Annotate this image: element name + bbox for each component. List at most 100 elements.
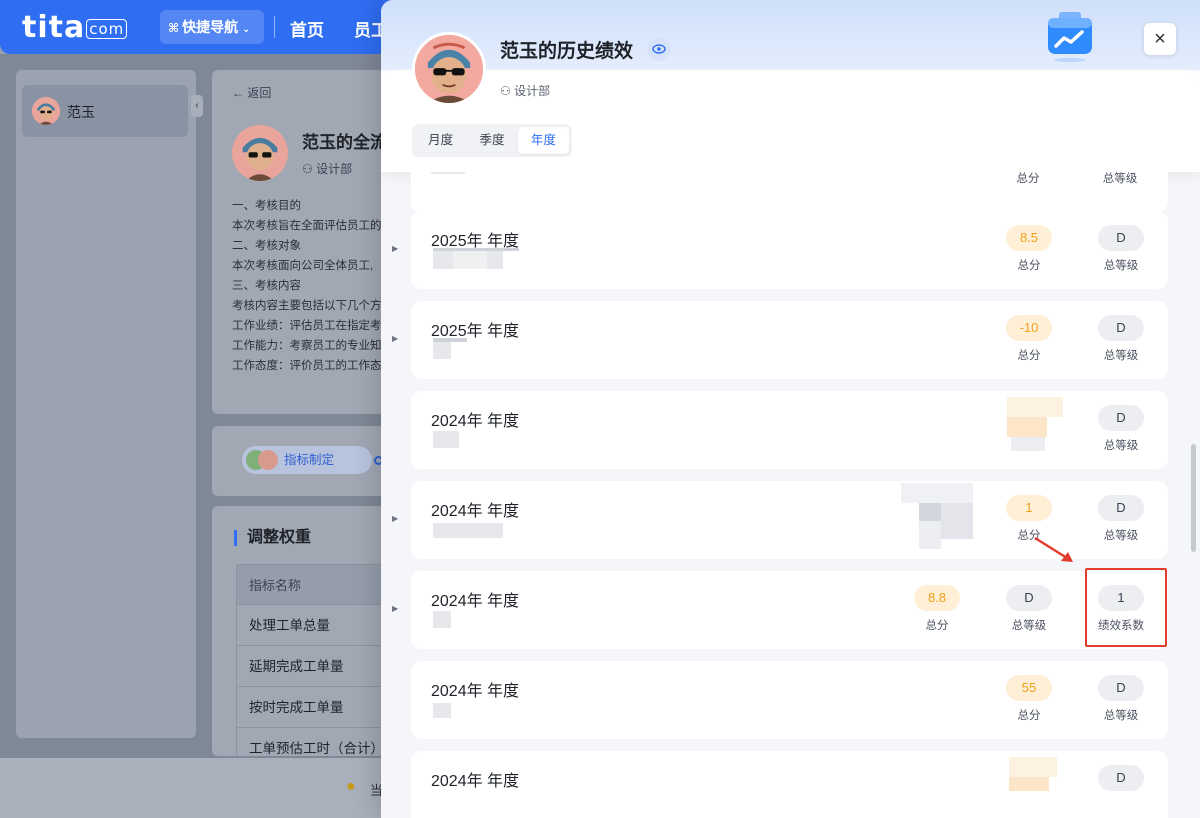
avatar	[258, 450, 278, 470]
grade-metric: D 总等级	[1086, 225, 1156, 273]
logo-text: tita	[22, 10, 86, 45]
metric-label: 总等级	[1103, 440, 1139, 452]
record-name: 2024年 年度	[431, 593, 520, 610]
record-card[interactable]: 2024年 年度 D	[411, 751, 1168, 818]
score-value: 55	[1006, 675, 1052, 701]
record-card[interactable]: ▶ 2025年 年度 8.5 总分 D 总等级	[392, 211, 1168, 289]
sidebar-item-person[interactable]: 范玉	[22, 85, 188, 137]
tab-quarterly[interactable]: 季度	[466, 127, 517, 154]
chevron-down-icon: ⌄	[242, 24, 251, 35]
grade-metric: 总等级	[1085, 172, 1155, 186]
arrow-left-icon: ←	[232, 86, 248, 100]
metric-label: 总等级	[1103, 260, 1139, 272]
grade-value: D	[1098, 405, 1144, 431]
record-card[interactable]: 2024年 年度 55 总分 D 总等级	[411, 661, 1168, 739]
tab-annual[interactable]: 年度	[517, 127, 569, 154]
quick-nav-button[interactable]: ⌘ 快捷导航 ⌄	[160, 10, 264, 44]
desc-line: 工作能力：考察员工的专业知	[232, 340, 382, 352]
score-metric: 55 总分	[994, 675, 1064, 723]
grade-metric: D 总等级	[1086, 675, 1156, 723]
score-value: 1	[1006, 495, 1052, 521]
score-value: 8.8	[914, 585, 960, 611]
coin-icon: ●	[346, 778, 356, 795]
blurred-score	[1009, 757, 1057, 777]
assessment-description: 一、考核目的 本次考核旨在全面评估员工的 二、考核对象 本次考核面向公司全体员工…	[232, 196, 382, 376]
blurred-text	[487, 251, 503, 269]
close-button[interactable]: ×	[1144, 23, 1176, 55]
desc-line: 本次考核旨在全面评估员工的	[232, 220, 382, 232]
metric-label: 总等级	[1103, 710, 1139, 722]
grade-value: D	[1098, 675, 1144, 701]
grade-metric: D 总等级	[1086, 405, 1156, 453]
record-card[interactable]: 2024年 年度 D 总等级	[411, 391, 1168, 469]
desc-line: 一、考核目的	[232, 200, 301, 212]
desc-line: 工作态度：评价员工的工作态	[232, 360, 382, 372]
blurred-block	[919, 521, 941, 549]
annotation-arrow	[1034, 536, 1073, 562]
grade-value: D	[1006, 585, 1052, 611]
records-list: 总分 总等级 ▶ 2025年 年度 8.5 总分 D 总等级 ▶ 2025年 年度 …	[381, 172, 1200, 818]
record-card[interactable]: ▶ 2024年 年度 8.8 总分 D 总等级 1 绩效系数	[392, 571, 1168, 649]
record-card-partial[interactable]: 总分 总等级	[411, 172, 1168, 212]
tita-logo[interactable]: tita com	[22, 10, 128, 45]
blurred-score	[1007, 397, 1063, 417]
expand-arrow-icon[interactable]: ▶	[392, 514, 398, 523]
flow-step[interactable]: 指标制定	[242, 446, 383, 474]
grade-metric: D	[1086, 765, 1156, 791]
record-name: 2024年 年度	[431, 413, 520, 430]
footer-bar: ● 当	[0, 758, 400, 818]
score-value: 8.5	[1006, 225, 1052, 251]
collapse-sidebar-button[interactable]: ‹	[191, 95, 203, 117]
annotation-highlight-box	[1085, 568, 1167, 647]
expand-arrow-icon[interactable]: ▶	[392, 334, 398, 343]
desc-line: 工作业绩：评估员工在指定考	[232, 320, 382, 332]
record-name: 2024年 年度	[431, 773, 520, 790]
eye-icon[interactable]	[647, 37, 671, 61]
metric-label: 总等级	[1102, 173, 1138, 185]
dept-label: 设计部	[514, 84, 551, 98]
dept-label: 设计部	[316, 162, 353, 176]
section-title: 调整权重	[234, 530, 311, 546]
score-metric: 总分	[993, 172, 1063, 186]
blurred-text	[433, 431, 459, 448]
person-name: 范玉	[67, 104, 95, 120]
grade-metric: D 总等级	[1086, 495, 1156, 543]
record-card[interactable]: ▶ 2025年 年度 -10 总分 D 总等级	[392, 301, 1168, 379]
grade-metric: D 总等级	[1086, 315, 1156, 363]
metric-label: 总分	[1017, 260, 1041, 272]
drawer-title: 范玉的历史绩效	[500, 41, 634, 62]
scrollbar-thumb[interactable]	[1191, 444, 1196, 552]
blurred-score	[1011, 437, 1045, 451]
nav-item-home[interactable]: 首页	[290, 16, 324, 41]
metric-label: 总等级	[1103, 350, 1139, 362]
grade-value: D	[1098, 765, 1144, 791]
desc-line: 二、考核对象	[232, 240, 301, 252]
expand-arrow-icon[interactable]: ▶	[392, 244, 398, 253]
grade-value: D	[1098, 495, 1144, 521]
card-dept: ⚇ 设计部	[302, 160, 352, 177]
grade-value: D	[1098, 225, 1144, 251]
logo-suffix: com	[86, 19, 128, 39]
grid-icon: ⌘	[168, 21, 180, 35]
org-icon: ⚇	[500, 84, 515, 98]
blurred-score	[1009, 777, 1049, 791]
drawer-dept: ⚇ 设计部	[500, 82, 550, 99]
blurred-text	[433, 251, 453, 269]
blurred-text	[433, 523, 503, 538]
grade-value: D	[1098, 315, 1144, 341]
nav-divider	[274, 16, 275, 38]
tab-monthly[interactable]: 月度	[415, 127, 466, 154]
quick-nav-label: 快捷导航	[182, 19, 239, 35]
back-link[interactable]: ← 返回	[232, 84, 271, 101]
record-name: 2024年 年度	[431, 503, 520, 520]
blurred-text	[453, 251, 487, 269]
blurred-text	[431, 172, 465, 174]
metric-label: 总分	[1016, 173, 1040, 185]
record-name: 2024年 年度	[431, 683, 520, 700]
avatar	[32, 97, 60, 125]
back-label: 返回	[247, 86, 272, 100]
blurred-block	[919, 503, 941, 521]
blurred-block	[941, 503, 973, 539]
expand-arrow-icon[interactable]: ▶	[392, 604, 398, 613]
blurred-text	[433, 703, 451, 718]
